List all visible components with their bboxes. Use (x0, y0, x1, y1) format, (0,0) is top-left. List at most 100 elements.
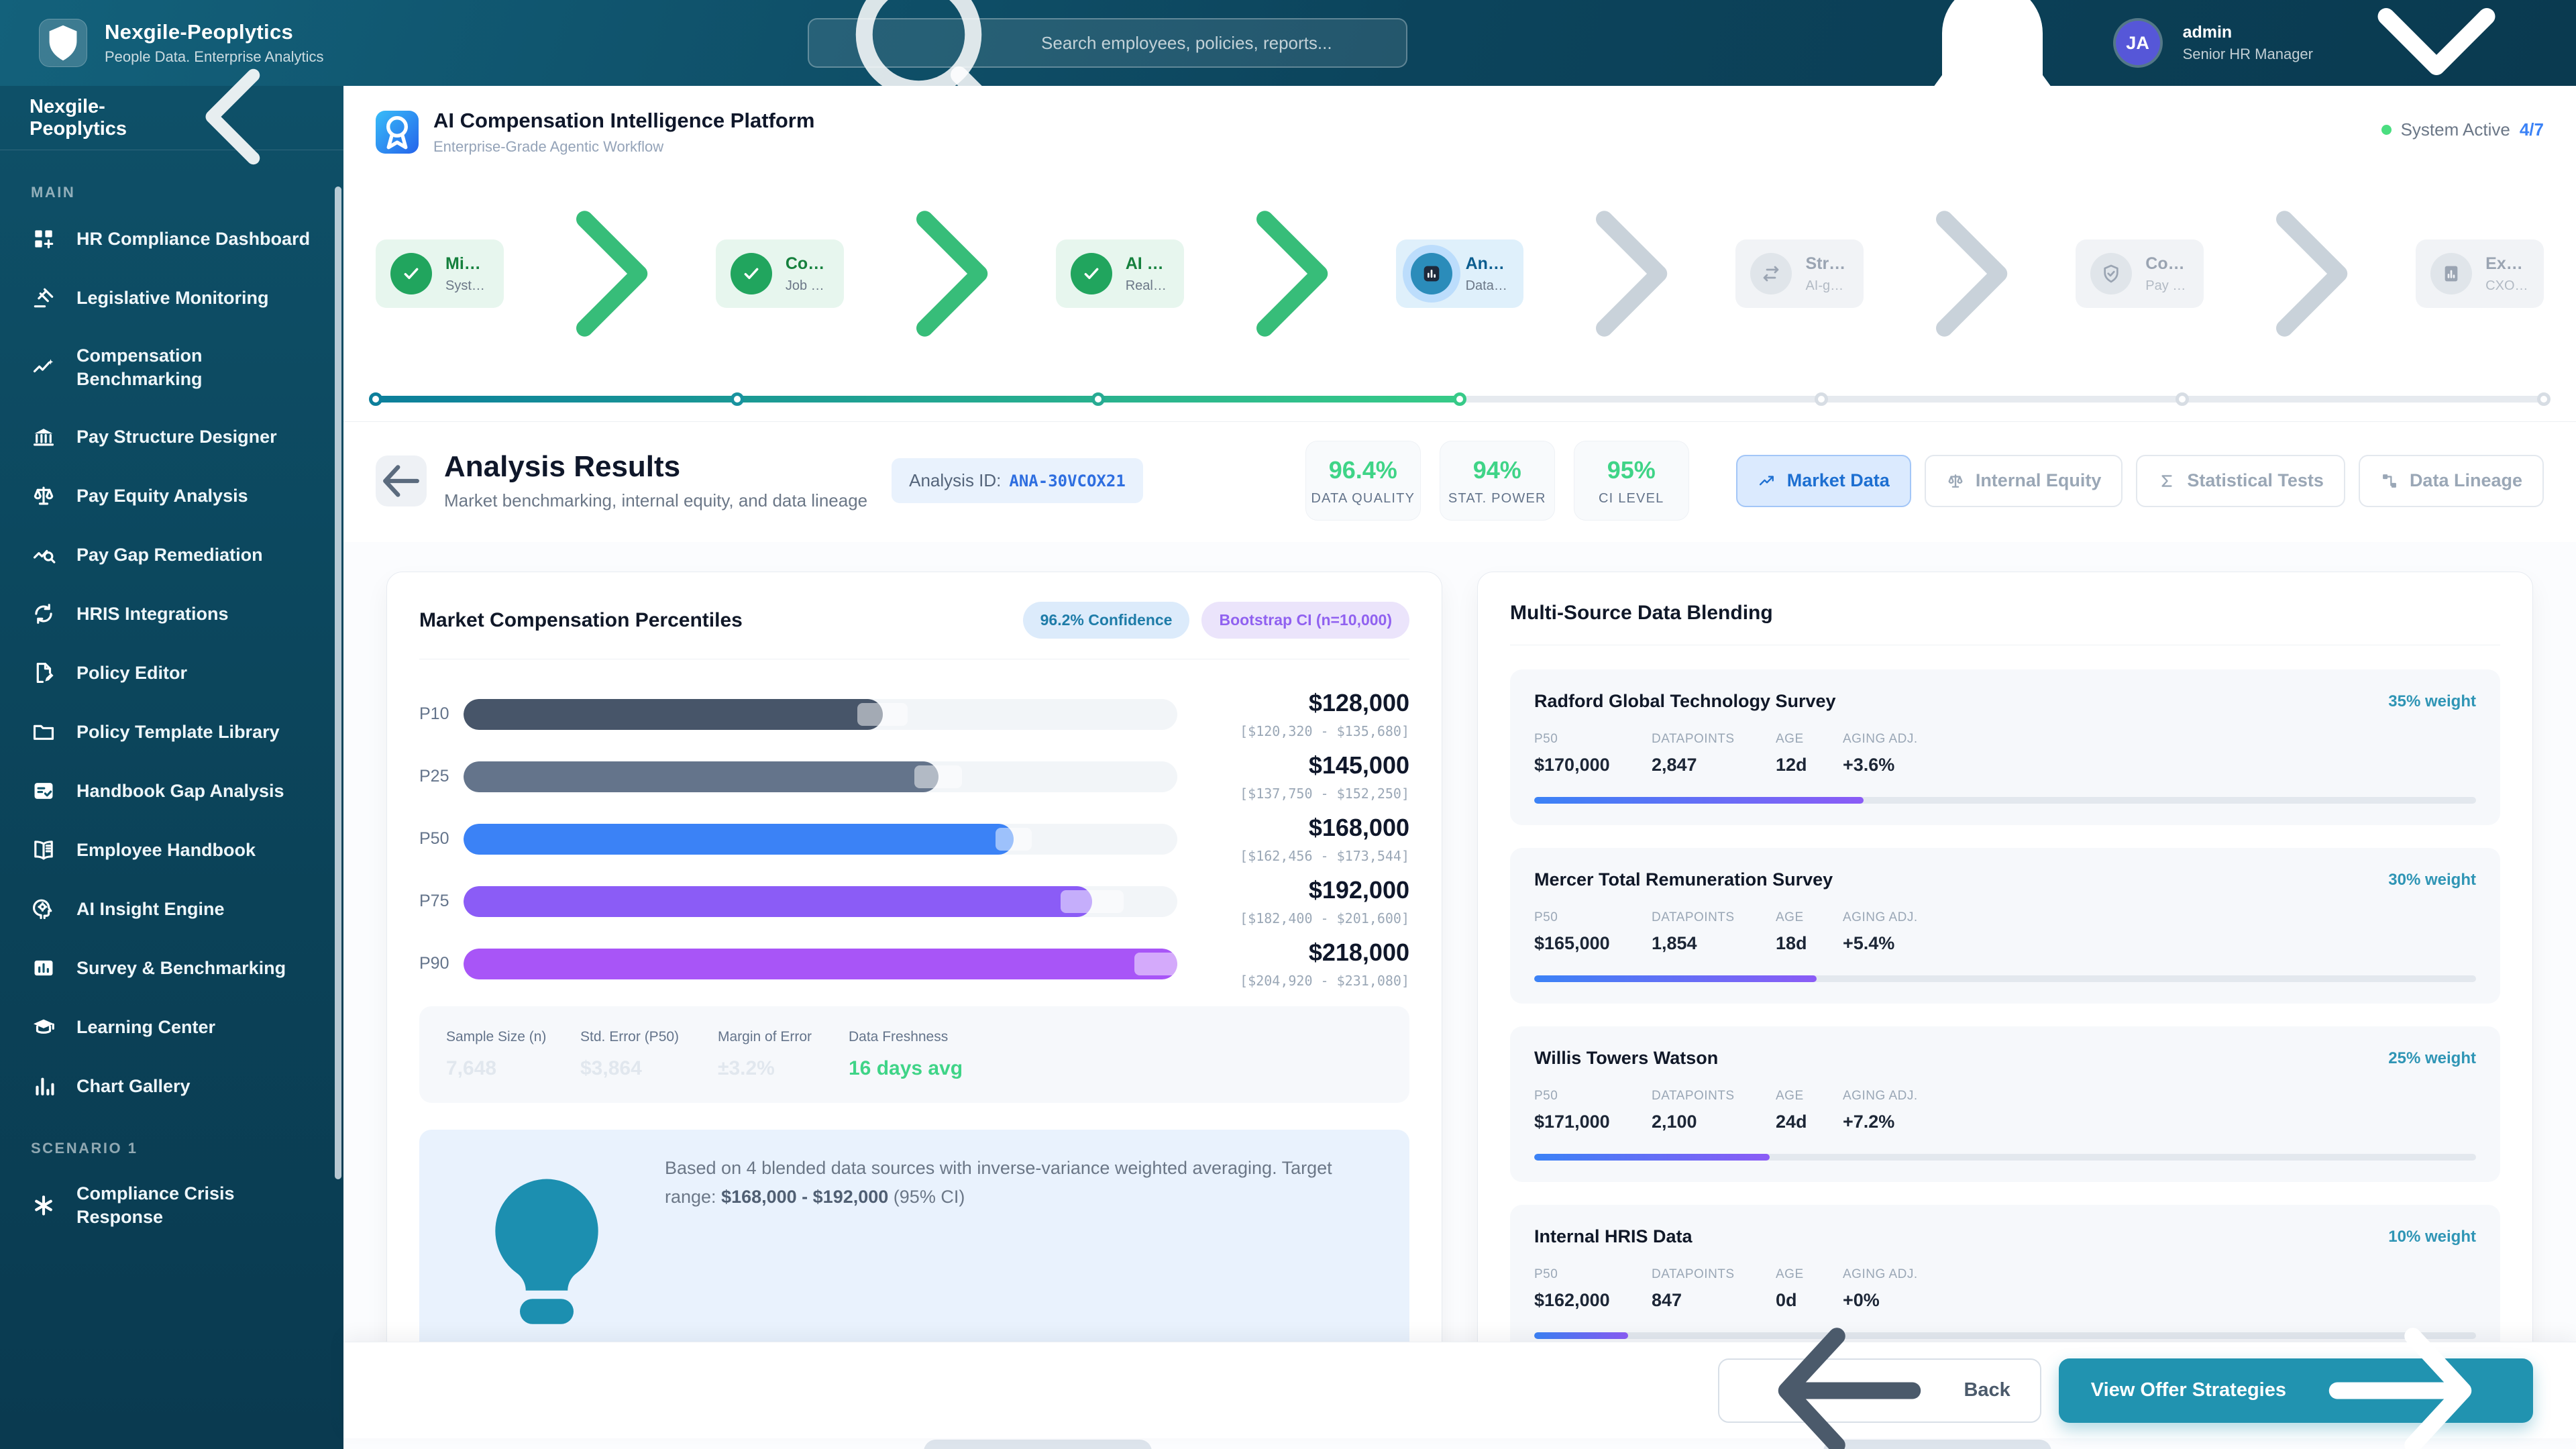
step-mission-control[interactable]: Mission Control System overview, d... (376, 239, 504, 308)
metric-card: 95% CI LEVEL (1574, 441, 1689, 521)
step-ai-processing[interactable]: AI Processing Real-time agent or... (1056, 239, 1184, 308)
step-subtitle: Data lineage, benc... (1466, 278, 1509, 294)
page-title: AI Compensation Intelligence Platform (433, 109, 814, 133)
sidebar-item-survey-benchmarking[interactable]: Survey & Benchmarking (31, 938, 313, 998)
source-weight: 30% weight (2388, 871, 2476, 890)
step-title: Configure Input (786, 254, 829, 274)
tab-statistical-tests[interactable]: Statistical Tests (2136, 455, 2345, 507)
tab-label: Market Data (1787, 470, 1890, 491)
source-weight: 35% weight (2388, 692, 2476, 711)
percentile-label: P75 (419, 892, 464, 911)
view-offer-strategies-button[interactable]: View Offer Strategies (2059, 1358, 2533, 1423)
step-executive-summary[interactable]: Executive Summary CXO dashboard wit... (2416, 239, 2544, 308)
chart-bars-icon (31, 1073, 56, 1099)
sidebar-item-pay-equity-analysis[interactable]: Pay Equity Analysis (31, 466, 313, 525)
global-search[interactable] (808, 18, 1407, 68)
list-check-icon (31, 778, 56, 804)
sidebar-item-hr-compliance-dashboard[interactable]: HR Compliance Dashboard (31, 209, 313, 268)
stat-cell: Data Freshness 16 days avg (849, 1029, 1383, 1080)
workflow-title-block: AI Compensation Intelligence Platform En… (376, 109, 814, 156)
ci-band (1134, 953, 1177, 975)
sidebar-item-hris-integrations[interactable]: HRIS Integrations (31, 584, 313, 643)
source-stat-value: 12d (1776, 755, 1843, 775)
sidebar-scrollbar[interactable] (335, 186, 341, 1179)
brand-logo (39, 19, 87, 67)
percentile-label: P50 (419, 829, 464, 849)
source-stat-value: +5.4% (1843, 933, 2476, 954)
step-analysis-results[interactable]: Analysis Results Data lineage, benc... (1396, 239, 1524, 308)
sidebar-section-heading: MAIN (31, 184, 313, 201)
source-stat-value: $165,000 (1534, 933, 1652, 954)
tab-market-data[interactable]: Market Data (1736, 455, 1911, 507)
back-button[interactable] (376, 455, 427, 506)
note-suffix: (95% CI) (888, 1187, 965, 1207)
search-input[interactable] (1041, 33, 1389, 54)
source-stat-cell: DATAPOINTS 1,854 (1652, 910, 1776, 954)
sidebar-item-learning-center[interactable]: Learning Center (31, 998, 313, 1057)
step-subtitle: CXO dashboard wit... (2485, 278, 2529, 294)
progress-marker (2176, 392, 2189, 406)
percentile-track (464, 761, 1177, 792)
status-count: 4/7 (2520, 119, 2544, 140)
main-area: AI Compensation Intelligence Platform En… (343, 86, 2576, 1449)
metric-label: DATA QUALITY (1306, 491, 1420, 506)
step-strategy-selection[interactable]: Strategy Selection AI-generated strat... (1735, 239, 1864, 308)
platform-logo (376, 111, 419, 154)
source-stat-cell: AGING ADJ. +5.4% (1843, 910, 2476, 954)
stat-label: Std. Error (P50) (580, 1029, 718, 1045)
step-subtitle: Pay equity deep di... (2145, 278, 2189, 294)
weight-bar-track (1534, 975, 2476, 982)
percentile-ci-range: [$204,920 - $231,080] (1201, 973, 1409, 989)
sigma-icon (2157, 472, 2176, 490)
tab-internal-equity[interactable]: Internal Equity (1925, 455, 2123, 507)
step-configure-input[interactable]: Configure Input Job details, candid... (716, 239, 844, 308)
sidebar-item-compliance-crisis-response[interactable]: Compliance Crisis Response (31, 1165, 313, 1245)
source-stat-label: AGE (1776, 1267, 1843, 1282)
analysis-tabs: Market Data Internal Equity Statistical … (1736, 455, 2544, 507)
footer: Back View Offer Strategies (343, 1342, 2576, 1438)
trend-up-icon (1758, 472, 1776, 490)
percentile-track (464, 699, 1177, 730)
sidebar: Nexgile-Peoplytics MAIN HR Compliance Da… (0, 86, 343, 1449)
tab-data-lineage[interactable]: Data Lineage (2359, 455, 2544, 507)
percentiles-panel: Market Compensation Percentiles 96.2% Co… (386, 572, 1442, 1440)
weight-bar-track (1534, 797, 2476, 804)
sidebar-item-policy-editor[interactable]: Policy Editor (31, 643, 313, 702)
chevron-right-icon (1189, 173, 1391, 374)
folder-icon (31, 719, 56, 745)
source-stat-cell: AGE 24d (1776, 1089, 1843, 1132)
sidebar-item-ai-insight-engine[interactable]: AI Insight Engine (31, 879, 313, 938)
user-role: Senior HR Manager (2183, 46, 2313, 63)
stat-cell: Sample Size (n) 7,648 (446, 1029, 580, 1080)
weight-bar-fill (1534, 797, 1864, 804)
sidebar-item-pay-gap-remediation[interactable]: Pay Gap Remediation (31, 525, 313, 584)
step-compliance-audit[interactable]: Compliance & Audit Pay equity deep di... (2076, 239, 2204, 308)
sidebar-item-handbook-gap-analysis[interactable]: Handbook Gap Analysis (31, 761, 313, 820)
source-stat-label: AGE (1776, 910, 1843, 925)
sidebar-item-policy-template-library[interactable]: Policy Template Library (31, 702, 313, 761)
source-card-radford-global-technology-survey: Radford Global Technology Survey 35% wei… (1510, 669, 2500, 825)
sidebar-item-legislative-monitoring[interactable]: Legislative Monitoring (31, 268, 313, 327)
source-stat-value: $170,000 (1534, 755, 1652, 775)
sidebar-header: Nexgile-Peoplytics (0, 86, 343, 150)
grad-cap-icon (31, 1014, 56, 1040)
sidebar-item-chart-gallery[interactable]: Chart Gallery (31, 1057, 313, 1116)
percentile-value: $168,000 (1201, 814, 1409, 842)
source-stat-cell: AGING ADJ. +7.2% (1843, 1089, 2476, 1132)
stat-label: Sample Size (n) (446, 1029, 580, 1045)
footer-back-button[interactable]: Back (1718, 1358, 2041, 1423)
weight-bar-fill (1534, 1332, 1628, 1339)
chevron-right-icon (849, 173, 1051, 374)
confidence-badge: 96.2% Confidence (1023, 602, 1190, 639)
step-title: Compliance & Audit (2145, 254, 2189, 274)
sidebar-item-pay-structure-designer[interactable]: Pay Structure Designer (31, 407, 313, 466)
ci-band (1061, 890, 1124, 913)
percentile-bar (464, 824, 1014, 855)
source-stat-label: DATAPOINTS (1652, 1267, 1776, 1282)
sidebar-item-compensation-benchmarking[interactable]: Compensation Benchmarking (31, 327, 313, 407)
percentile-label: P90 (419, 954, 464, 973)
sidebar-item-employee-handbook[interactable]: Employee Handbook (31, 820, 313, 879)
percentiles-panel-header: Market Compensation Percentiles 96.2% Co… (419, 602, 1409, 659)
avatar[interactable]: JA (2116, 21, 2160, 65)
percentile-bars: P10 $128,000 [$120,320 - $135,680] P25 $… (419, 659, 1409, 989)
